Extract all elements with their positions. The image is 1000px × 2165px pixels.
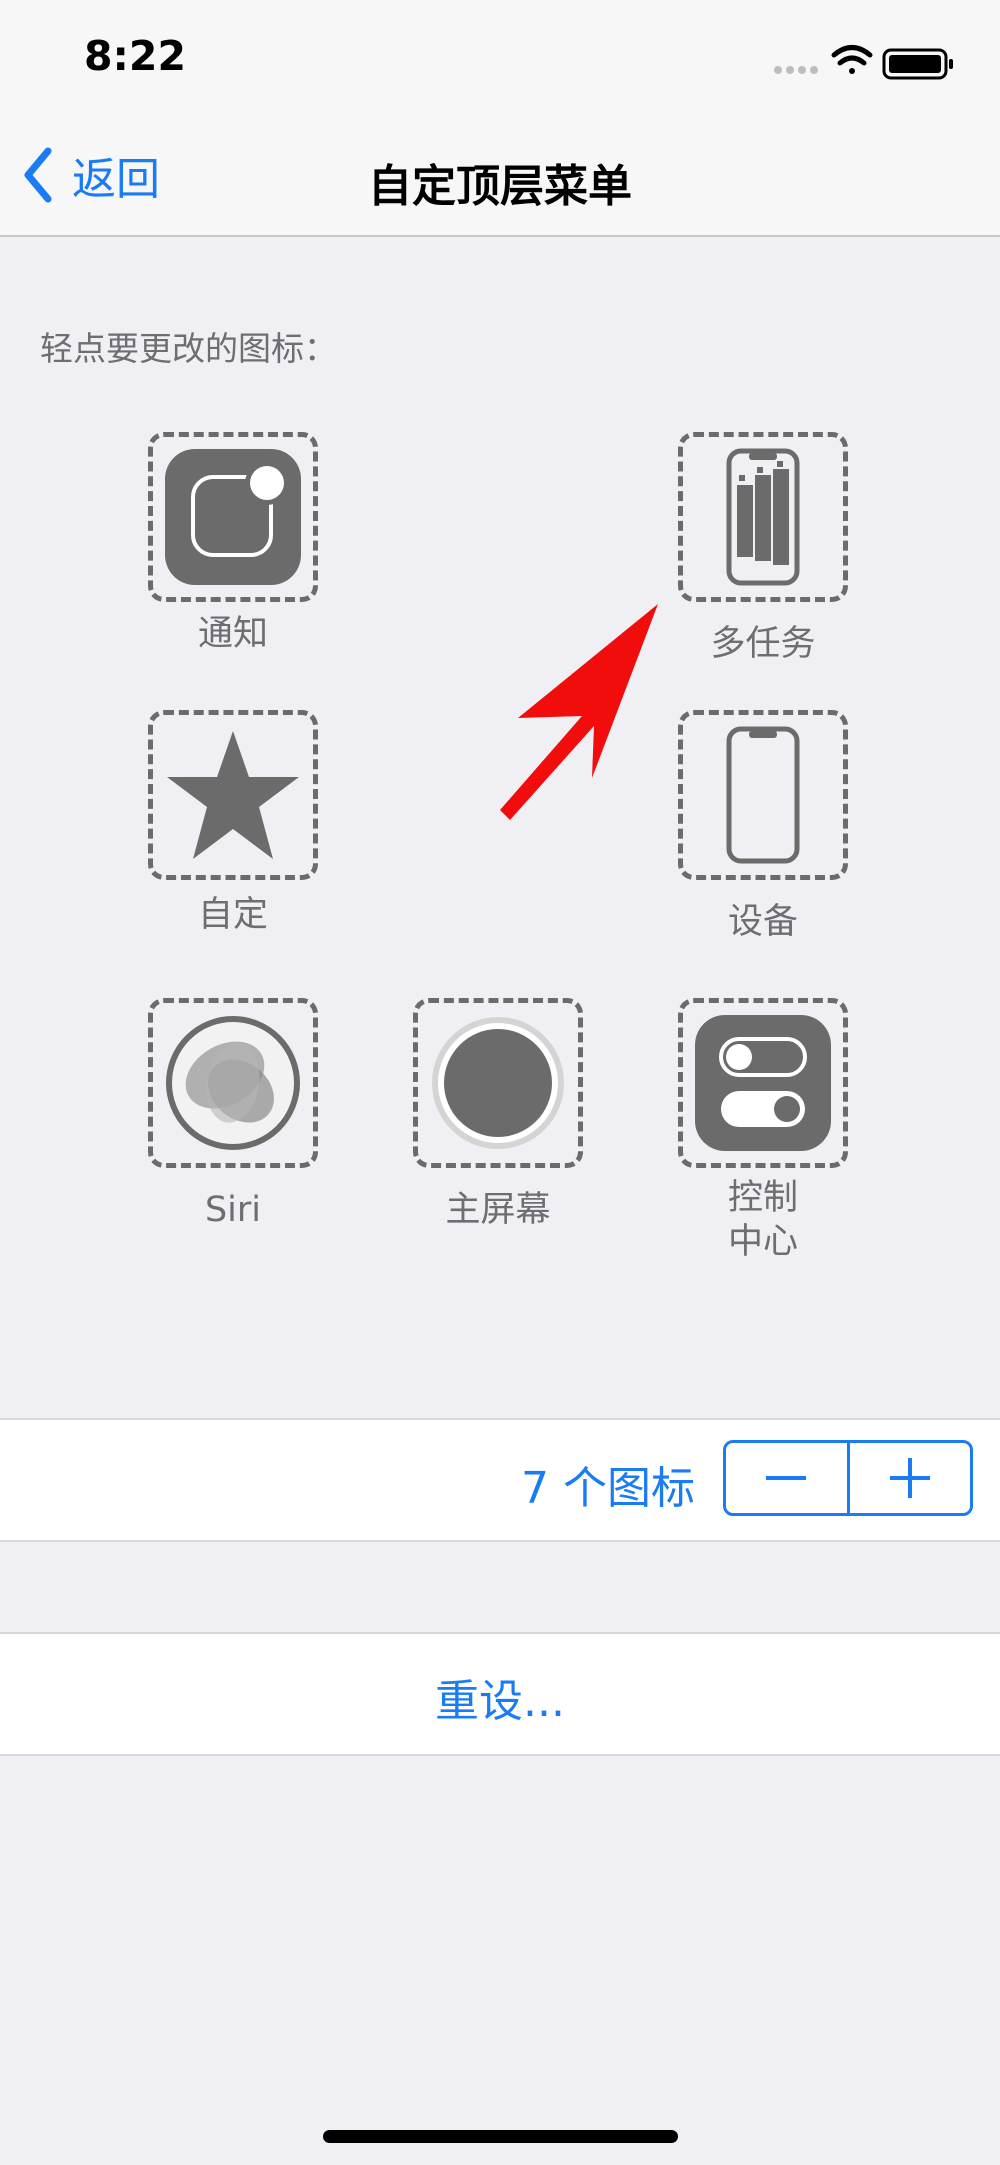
- notification-icon: [165, 449, 301, 585]
- icon-label: 控制 中心: [727, 1178, 798, 1262]
- icon-label: 主屏幕: [445, 1190, 551, 1230]
- instruction-text: 轻点要更改的图标：: [40, 329, 337, 368]
- signal-icon: [774, 66, 818, 74]
- icon-slot-notification[interactable]: [148, 432, 318, 602]
- icon-slot-home[interactable]: [413, 998, 583, 1168]
- home-icon: [432, 1017, 564, 1149]
- siri-icon: [166, 1016, 300, 1150]
- control-center-icon: [695, 1015, 831, 1151]
- icon-label: 自定: [197, 895, 268, 935]
- battery-icon: [882, 48, 953, 80]
- status-icons: [774, 45, 953, 80]
- increment-button[interactable]: [846, 1443, 971, 1513]
- icon-count-stepper[interactable]: [723, 1440, 973, 1516]
- reset-button[interactable]: 重设...: [0, 1665, 1000, 1729]
- icon-slot-custom[interactable]: [148, 710, 318, 880]
- plus-icon: [889, 1458, 930, 1498]
- icon-label: Siri: [204, 1190, 262, 1230]
- decrement-button[interactable]: [726, 1443, 847, 1513]
- red-arrow-annotation: [500, 604, 658, 820]
- icon-label: 通知: [197, 614, 268, 654]
- minus-icon: [766, 1476, 807, 1480]
- icon-slot-device[interactable]: [678, 710, 848, 880]
- icon-label: 设备: [727, 902, 798, 942]
- home-indicator: [323, 2130, 678, 2143]
- icon-count-label: 7 个图标: [521, 1463, 695, 1514]
- icon-slot-multitask[interactable]: [678, 432, 848, 602]
- multitask-icon: [726, 448, 800, 586]
- icon-label: 多任务: [710, 624, 816, 664]
- wifi-icon: [831, 45, 873, 74]
- device-icon: [726, 726, 800, 864]
- status-time: 8:22: [84, 32, 186, 80]
- icon-slot-siri[interactable]: [148, 998, 318, 1168]
- page-title: 自定顶层菜单: [368, 161, 632, 212]
- star-icon: [167, 731, 299, 859]
- icon-slot-control-center[interactable]: [678, 998, 848, 1168]
